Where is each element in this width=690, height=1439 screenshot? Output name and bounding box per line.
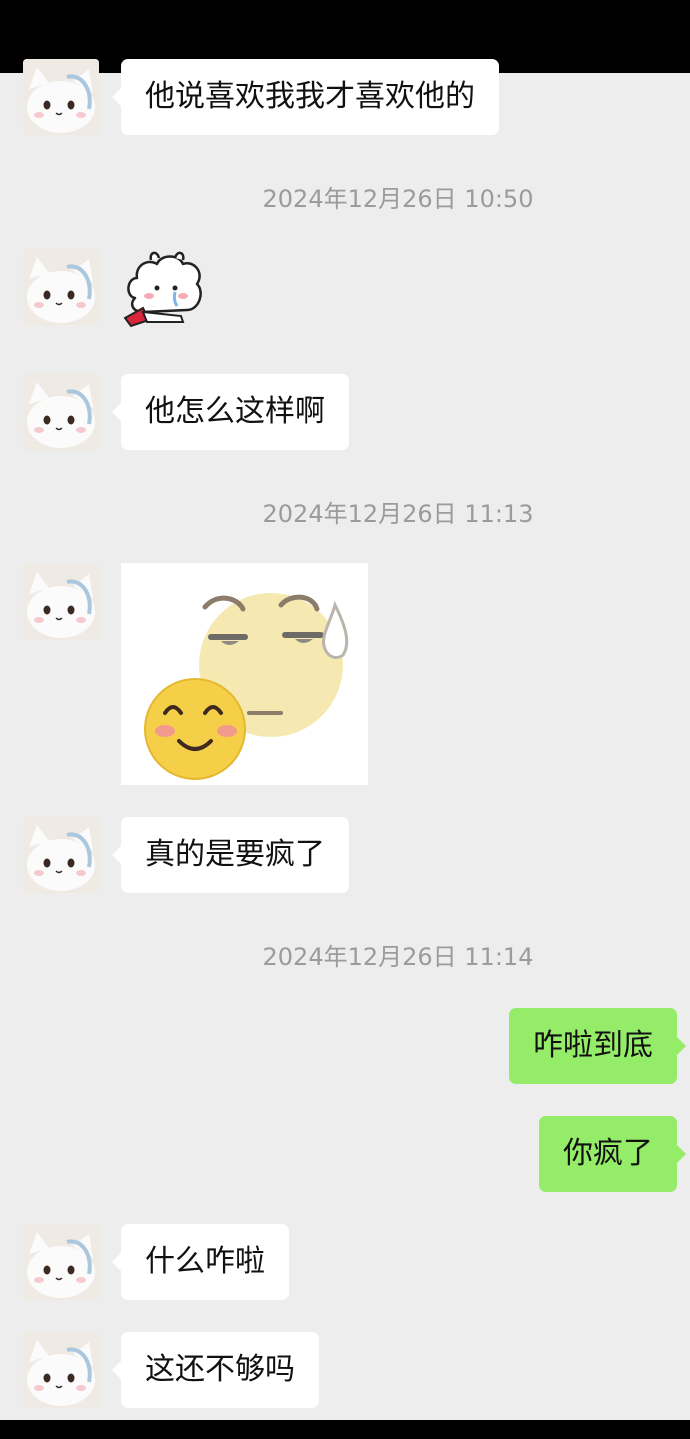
message-timestamp: 2024年12月26日 10:50 (262, 185, 534, 213)
message-timestamp: 2024年12月26日 11:14 (262, 943, 534, 971)
message-text: 什么咋啦 (145, 1244, 265, 1279)
white-cat-avatar-icon (23, 1332, 99, 1408)
contact-avatar[interactable] (23, 59, 99, 135)
contact-avatar[interactable] (23, 564, 99, 640)
white-cat-avatar-icon (23, 59, 99, 135)
message-timestamp: 2024年12月26日 11:13 (262, 500, 534, 528)
crying-bunny-sticker[interactable] (121, 248, 207, 330)
message-text: 这还不够吗 (145, 1352, 295, 1387)
smiling-faces-sticker[interactable] (121, 563, 368, 785)
incoming-message-bubble[interactable]: 这还不够吗 (112, 1332, 319, 1408)
white-cat-avatar-icon (23, 374, 99, 450)
message-text: 他怎么这样啊 (145, 394, 325, 429)
message-text: 你疯了 (563, 1136, 653, 1171)
contact-avatar[interactable] (23, 374, 99, 450)
white-cat-avatar-icon (23, 817, 99, 893)
incoming-message-bubble[interactable]: 他说喜欢我我才喜欢他的 (112, 59, 499, 135)
outgoing-message-bubble[interactable]: 咋啦到底 (509, 1008, 686, 1084)
white-cat-avatar-icon (23, 249, 99, 325)
contact-avatar[interactable] (23, 817, 99, 893)
white-cat-avatar-icon (23, 1224, 99, 1300)
contact-avatar[interactable] (23, 249, 99, 325)
message-text: 咋啦到底 (533, 1028, 653, 1063)
outgoing-message-bubble[interactable]: 你疯了 (539, 1116, 686, 1192)
contact-avatar[interactable] (23, 1332, 99, 1408)
contact-avatar[interactable] (23, 1224, 99, 1300)
message-text: 他说喜欢我我才喜欢他的 (145, 79, 475, 114)
bottom-bar (0, 1420, 690, 1439)
white-cat-avatar-icon (23, 564, 99, 640)
incoming-message-bubble[interactable]: 什么咋啦 (112, 1224, 289, 1300)
message-text: 真的是要疯了 (145, 837, 325, 872)
incoming-message-bubble[interactable]: 真的是要疯了 (112, 817, 349, 893)
incoming-message-bubble[interactable]: 他怎么这样啊 (112, 374, 349, 450)
